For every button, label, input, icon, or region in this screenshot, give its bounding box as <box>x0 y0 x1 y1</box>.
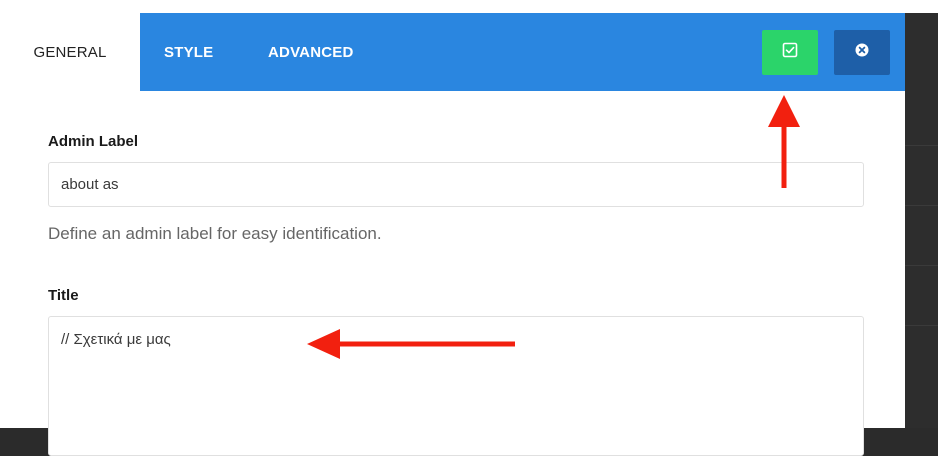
top-edge <box>0 0 938 13</box>
tab-advanced[interactable]: ADVANCED <box>268 13 354 91</box>
tab-style[interactable]: STYLE <box>164 13 213 91</box>
check-square-icon <box>782 42 798 63</box>
title-label: Title <box>48 287 79 304</box>
admin-label-input[interactable]: about as <box>48 162 864 207</box>
admin-label-label: Admin Label <box>48 133 139 150</box>
addon-settings-panel: GENERAL STYLE ADVANCED Admin Label about… <box>0 13 905 456</box>
background-overlay <box>905 13 938 428</box>
tab-general[interactable]: GENERAL <box>0 13 140 91</box>
admin-label-help: Define an admin label for easy identific… <box>48 224 382 243</box>
save-button[interactable] <box>762 30 818 75</box>
tab-bar: GENERAL STYLE ADVANCED <box>0 13 905 91</box>
title-textarea[interactable]: // Σχετικά με μας <box>48 316 864 456</box>
close-button[interactable] <box>834 30 890 75</box>
close-circle-icon <box>855 43 869 62</box>
